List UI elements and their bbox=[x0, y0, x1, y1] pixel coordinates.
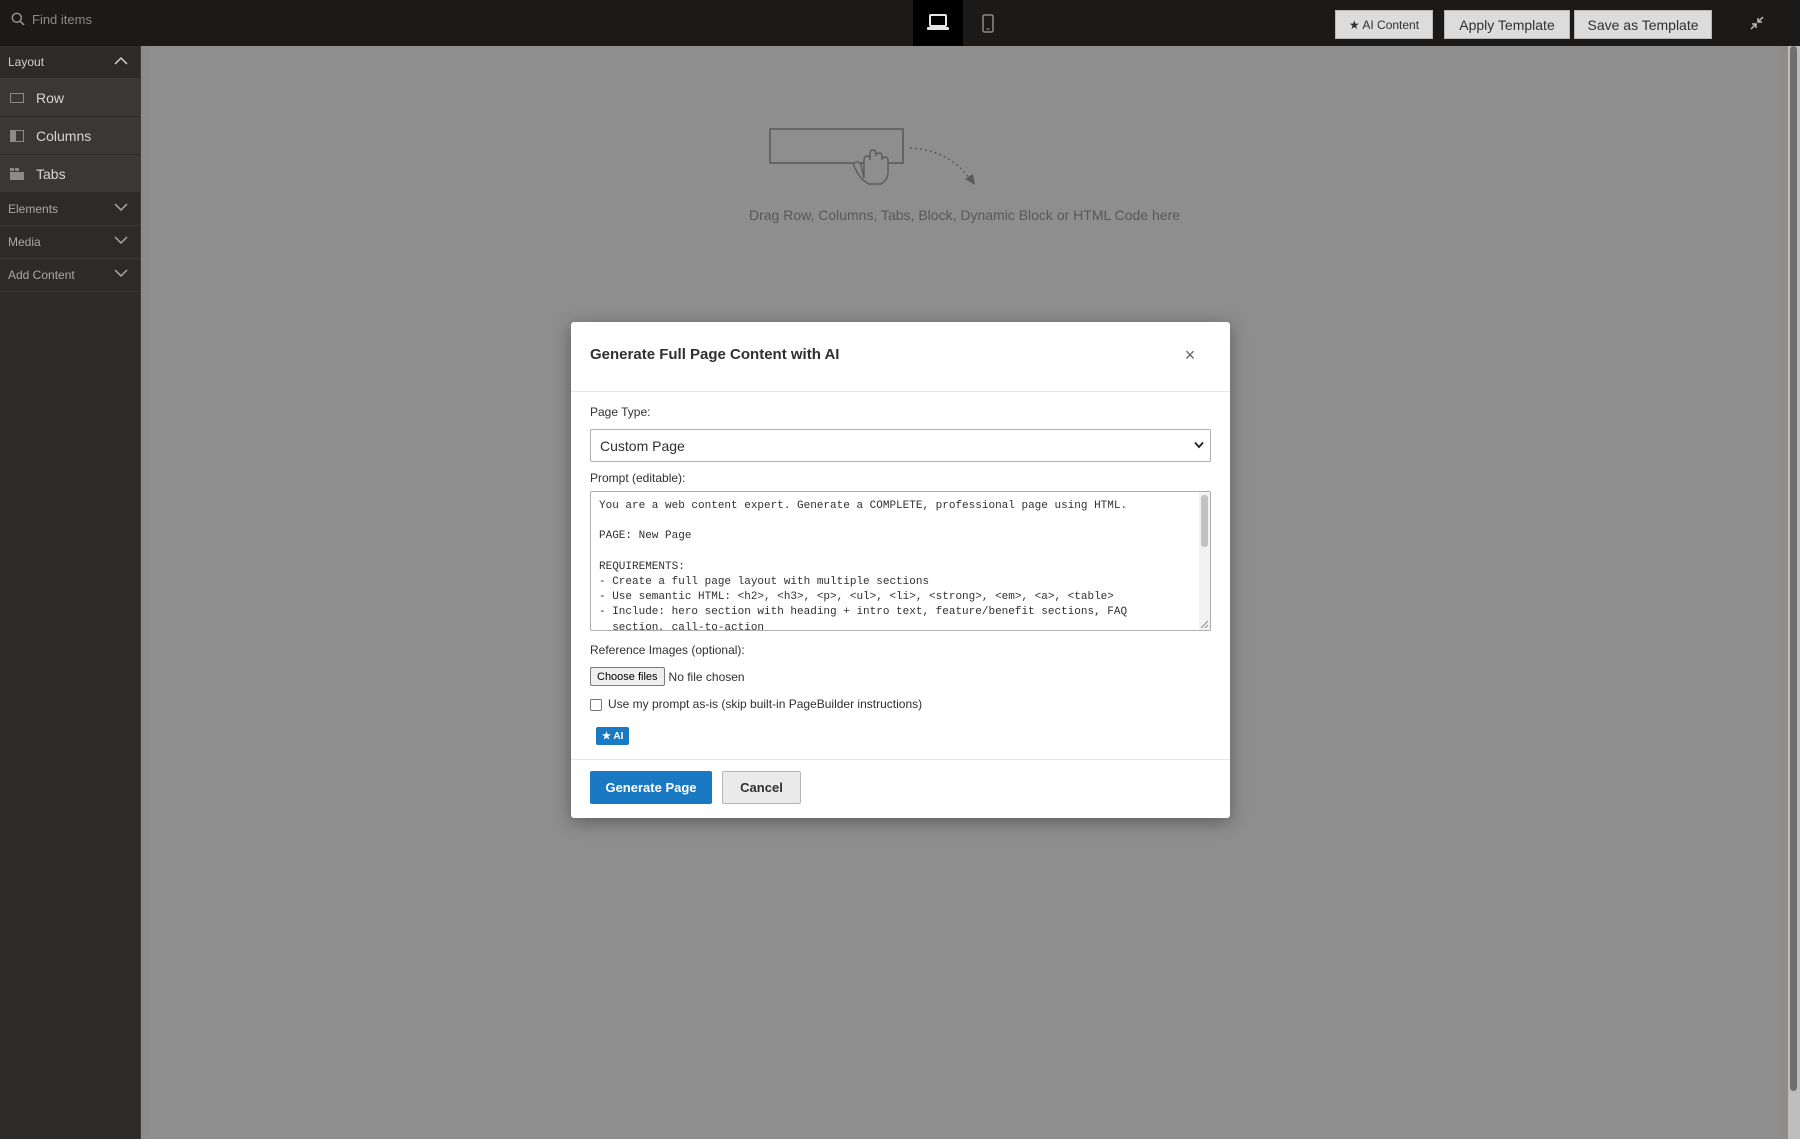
sidebar-item-label: Tabs bbox=[36, 165, 66, 182]
textarea-scrollbar[interactable] bbox=[1199, 492, 1210, 630]
sidebar-section-label: Media bbox=[8, 235, 41, 249]
chevron-down-icon bbox=[114, 203, 128, 212]
sidebar-section-label: Elements bbox=[8, 202, 59, 216]
file-status: No file chosen bbox=[668, 669, 745, 684]
cancel-button[interactable]: Cancel bbox=[722, 771, 801, 804]
chevron-down-icon bbox=[114, 269, 128, 278]
page-type-label: Page Type: bbox=[590, 405, 651, 419]
prompt-textarea[interactable]: You are a web content expert. Generate a… bbox=[590, 491, 1211, 631]
sidebar-section-layout[interactable]: Layout bbox=[0, 46, 140, 79]
close-button[interactable]: × bbox=[1177, 342, 1203, 368]
scrollbar-thumb[interactable] bbox=[1790, 46, 1797, 1091]
sidebar-item-label: Row bbox=[36, 89, 65, 106]
generate-page-modal: Generate Full Page Content with AI × Pag… bbox=[571, 322, 1230, 818]
reference-images-label: Reference Images (optional): bbox=[590, 643, 745, 657]
modal-title: Generate Full Page Content with AI bbox=[590, 346, 840, 363]
chevron-down-icon bbox=[114, 236, 128, 245]
mobile-icon bbox=[982, 13, 994, 33]
use-as-is-option: Use my prompt as-is (skip built-in PageB… bbox=[590, 697, 922, 711]
tabs-icon bbox=[10, 167, 24, 180]
choose-files-button[interactable]: Choose files bbox=[590, 667, 665, 686]
desktop-view-button[interactable] bbox=[913, 0, 963, 46]
sidebar: Layout Row Columns Tabs Elements Media A… bbox=[0, 46, 141, 1139]
generate-page-button[interactable]: Generate Page bbox=[590, 771, 712, 804]
save-as-template-button[interactable]: Save as Template bbox=[1574, 10, 1712, 39]
drop-zone-hint: Drag Row, Columns, Tabs, Block, Dynamic … bbox=[748, 207, 1181, 223]
sidebar-section-elements[interactable]: Elements bbox=[0, 193, 140, 226]
mobile-view-button[interactable] bbox=[963, 0, 1013, 46]
find-items-search bbox=[0, 0, 141, 38]
page-type-value: Custom Page bbox=[600, 437, 685, 454]
resize-handle-icon[interactable] bbox=[1199, 619, 1209, 629]
modal-header: Generate Full Page Content with AI × bbox=[571, 322, 1230, 392]
textarea-scrollbar-thumb[interactable] bbox=[1201, 495, 1208, 547]
chevron-down-icon bbox=[1194, 441, 1204, 449]
prompt-label: Prompt (editable): bbox=[590, 471, 686, 485]
file-input: Choose files No file chosen bbox=[590, 667, 745, 686]
sidebar-item-label: Columns bbox=[36, 127, 92, 144]
collapse-icon[interactable] bbox=[1748, 14, 1766, 32]
ai-badge: ★ AI bbox=[596, 727, 630, 745]
search-input[interactable] bbox=[32, 10, 137, 28]
sidebar-section-label: Add Content bbox=[8, 268, 75, 282]
drag-hand-illustration-icon bbox=[769, 128, 975, 185]
sidebar-section-media[interactable]: Media bbox=[0, 226, 140, 259]
laptop-icon bbox=[927, 14, 949, 30]
search-icon bbox=[11, 12, 25, 26]
ai-content-button[interactable]: ★ AI Content bbox=[1335, 10, 1433, 39]
sidebar-section-label: Layout bbox=[8, 55, 45, 69]
sidebar-item-columns[interactable]: Columns bbox=[0, 117, 140, 155]
sidebar-item-tabs[interactable]: Tabs bbox=[0, 155, 140, 193]
page-scrollbar[interactable] bbox=[1788, 46, 1800, 1139]
use-as-is-checkbox[interactable] bbox=[590, 699, 602, 711]
apply-template-button[interactable]: Apply Template bbox=[1444, 10, 1570, 39]
sidebar-item-row[interactable]: Row bbox=[0, 79, 140, 117]
row-icon bbox=[10, 92, 24, 103]
top-toolbar: ★ AI Content Apply Template Save as Temp… bbox=[0, 0, 1800, 46]
use-as-is-label[interactable]: Use my prompt as-is (skip built-in PageB… bbox=[608, 697, 922, 711]
modal-footer: Generate Page Cancel bbox=[571, 759, 1230, 818]
columns-icon bbox=[10, 129, 24, 142]
page-type-select[interactable]: Custom Page bbox=[590, 429, 1211, 462]
sidebar-section-add-content[interactable]: Add Content bbox=[0, 259, 140, 292]
chevron-up-icon bbox=[114, 56, 128, 65]
